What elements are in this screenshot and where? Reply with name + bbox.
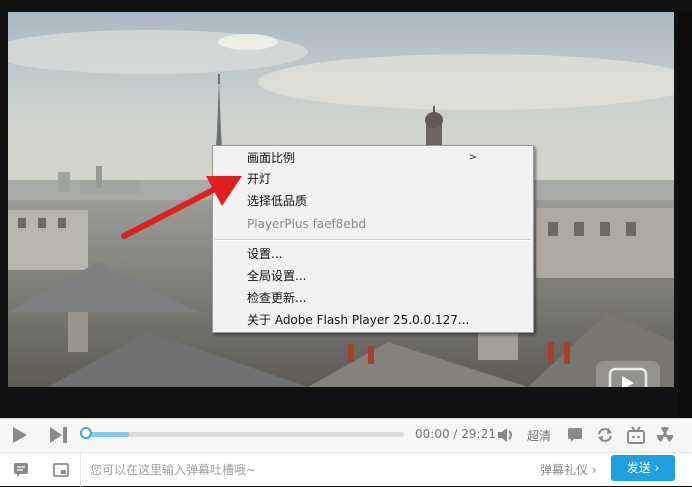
time-display: 00:00 / 29:21 (415, 427, 496, 441)
chat-icon[interactable] (12, 461, 30, 479)
menu-item-global-settings[interactable]: 全局设置... (213, 266, 533, 286)
big-play-icon (608, 367, 648, 387)
player-edge (678, 12, 692, 418)
menu-separator (215, 239, 531, 241)
play-icon[interactable] (10, 425, 30, 445)
menu-item-low-quality[interactable]: 选择低品质 (213, 191, 533, 211)
quality-button[interactable]: 超清 (527, 427, 551, 444)
volume-icon[interactable] (496, 426, 516, 444)
menu-item-lights-on[interactable]: 开灯 (213, 169, 533, 189)
menu-item-label: 检查更新... (247, 291, 307, 305)
menu-item-label: 开灯 (247, 172, 272, 186)
menu-item-label: 设置... (247, 247, 283, 261)
loop-icon[interactable] (596, 426, 614, 444)
danmaku-etiquette-link[interactable]: 弹幕礼仪 › (540, 461, 597, 478)
screen-icon[interactable] (52, 461, 70, 479)
menu-item-label: 画面比例 (247, 151, 296, 165)
danmaku-input[interactable] (88, 457, 532, 483)
radiation-icon[interactable] (655, 425, 675, 445)
menu-item-check-updates[interactable]: 检查更新... (213, 288, 533, 308)
danmaku-divider (80, 453, 81, 487)
menu-item-label: 选择低品质 (247, 194, 308, 208)
send-button[interactable]: 发送 › (611, 455, 675, 481)
next-icon[interactable] (48, 425, 70, 445)
menu-item-about-flash[interactable]: 关于 Adobe Flash Player 25.0.0.127... (213, 310, 533, 330)
progress-handle[interactable] (80, 427, 92, 439)
tv-icon[interactable] (626, 425, 646, 445)
progress-track[interactable] (84, 432, 404, 437)
big-play-button[interactable] (596, 361, 660, 387)
menu-item-label: PlayerPlus faef8ebd (247, 217, 367, 231)
menu-item-label: 关于 Adobe Flash Player 25.0.0.127... (247, 313, 470, 327)
menu-item-settings[interactable]: 设置... (213, 244, 533, 264)
menu-item-aspect-ratio[interactable]: 画面比例 > (213, 148, 533, 168)
danmaku-bar: 弹幕礼仪 › (0, 452, 692, 487)
submenu-arrow-icon: > (468, 152, 477, 163)
menu-item-label: 全局设置... (247, 269, 307, 283)
menu-item-playerplus-version: PlayerPlus faef8ebd (213, 214, 533, 234)
danmaku-toggle-icon[interactable] (566, 426, 584, 444)
control-bar: 00:00 / 29:21 超清 (0, 418, 692, 452)
flash-context-menu: 画面比例 > 开灯 选择低品质 PlayerPlus faef8ebd 设置..… (212, 145, 534, 333)
